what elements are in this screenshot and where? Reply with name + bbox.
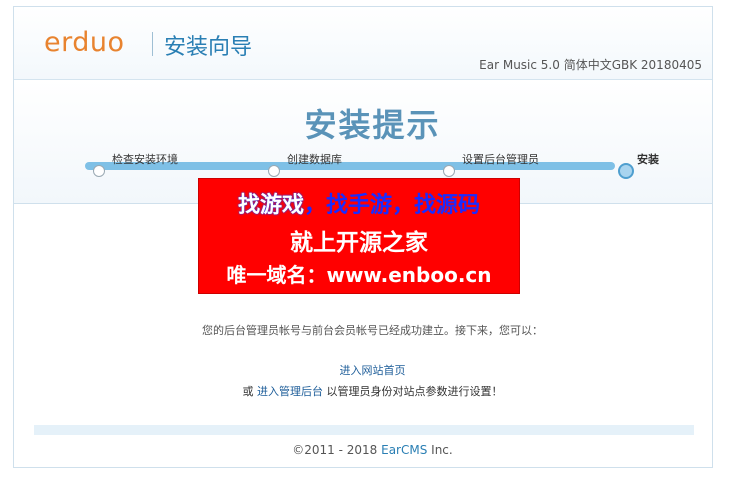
wizard-title: 安装向导: [164, 35, 253, 60]
logo-divider: [152, 32, 153, 56]
step-label-create-db: 创建数据库: [287, 153, 342, 166]
copyright-suffix: Inc.: [427, 443, 453, 457]
admin-link-row: 或 进入管理后台 以管理员身份对站点参数进行设置！: [0, 383, 745, 399]
step-dot-install: [618, 163, 634, 179]
step-label-check-env: 检查安装环境: [112, 153, 178, 166]
step-label-set-admin: 设置后台管理员: [462, 153, 539, 166]
ad-headline: 找游戏，找手游，找源码: [199, 187, 519, 219]
step-dot-check-env: [93, 165, 105, 177]
ad-headline-rest: ，找手游，找源码: [304, 193, 481, 218]
admin-suffix: 以管理员身份对站点参数进行设置！: [326, 385, 503, 398]
success-message: 您的后台管理员帐号与前台会员帐号已经成功建立。接下来，您可以：: [202, 324, 543, 337]
footer-divider: [34, 425, 694, 435]
step-label-install: 安装: [637, 153, 659, 166]
ad-headline-highlight: 找游戏: [237, 193, 304, 218]
copyright: ©2011 - 2018 EarCMS Inc.: [0, 443, 745, 457]
home-link-row: 进入网站首页: [0, 362, 745, 378]
logo: erduo: [44, 27, 125, 58]
ad-banner[interactable]: 找游戏，找手游，找源码 就上开源之家 唯一域名：www.enboo.cn: [198, 178, 520, 294]
ad-slogan: 就上开源之家: [290, 230, 428, 256]
ad-domain: 唯一域名：www.enboo.cn: [226, 263, 492, 287]
step-dot-set-admin: [443, 165, 455, 177]
page-heading: 安装提示: [304, 106, 441, 144]
header: erduo 安装向导 Ear Music 5.0 简体中文GBK 2018040…: [14, 7, 712, 80]
enter-homepage-link[interactable]: 进入网站首页: [340, 364, 406, 377]
copyright-brand: EarCMS: [381, 443, 428, 457]
version-text: Ear Music 5.0 简体中文GBK 20180405: [479, 58, 702, 72]
admin-prefix: 或: [242, 385, 254, 398]
enter-admin-link[interactable]: 进入管理后台: [257, 385, 323, 398]
copyright-prefix: ©2011 - 2018: [292, 443, 382, 457]
step-dot-create-db: [268, 165, 280, 177]
